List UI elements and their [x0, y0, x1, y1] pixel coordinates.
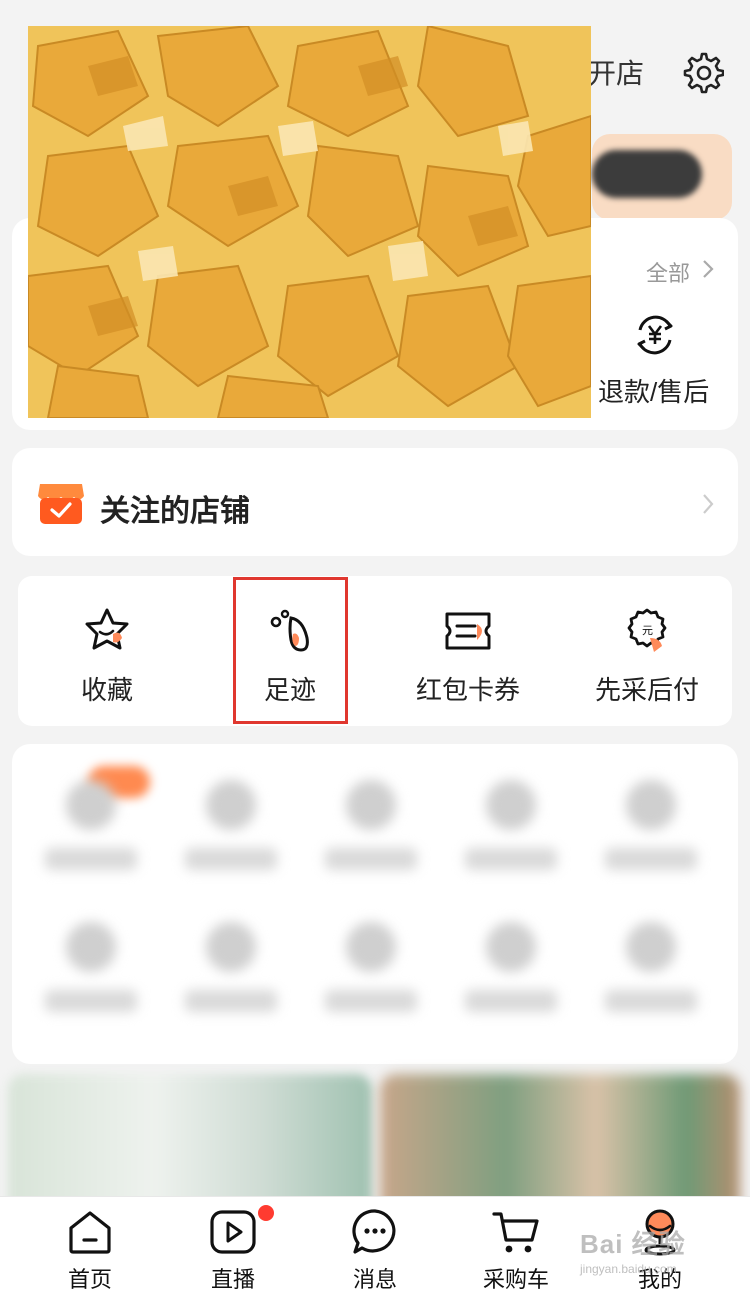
cart-icon — [492, 1212, 539, 1253]
home-icon — [69, 1211, 111, 1254]
tool-label: 先采后付 — [594, 675, 699, 705]
pay-later-button[interactable]: 元 先采后付 — [562, 604, 732, 714]
footprint-highlight-box — [233, 577, 348, 724]
chevron-right-icon[interactable] — [700, 258, 716, 280]
service-item-blurred[interactable] — [176, 922, 286, 1012]
petal-photo — [28, 26, 591, 418]
watermark-logo: Bai 经验 — [580, 1229, 686, 1259]
member-badge-blurred — [592, 150, 702, 198]
tab-label: 直播 — [210, 1267, 255, 1292]
service-item-blurred[interactable] — [316, 780, 426, 870]
service-item-blurred[interactable] — [456, 780, 566, 870]
tab-cart[interactable]: 采购车 — [466, 1206, 566, 1294]
tab-label: 消息 — [352, 1267, 397, 1292]
coupons-button[interactable]: 红包卡券 — [383, 604, 553, 714]
chevron-right-icon[interactable] — [700, 492, 716, 516]
service-item-blurred[interactable] — [36, 922, 146, 1012]
yuan-refund-icon[interactable] — [632, 312, 678, 358]
coupon-icon — [445, 612, 491, 650]
open-shop-link[interactable]: 开店 — [588, 52, 644, 92]
tool-label: 红包卡券 — [415, 675, 520, 705]
watermark-url: jingyan.baidu.com — [580, 1262, 677, 1276]
service-item-blurred[interactable] — [176, 780, 286, 870]
tab-messages[interactable]: 消息 — [325, 1206, 425, 1294]
tab-label: 采购车 — [482, 1267, 549, 1292]
shop-icon — [36, 480, 86, 526]
service-item-blurred[interactable] — [456, 922, 566, 1012]
refund-aftersale-button[interactable]: 退款/售后 — [598, 372, 709, 409]
followed-shops-label: 关注的店铺 — [100, 495, 250, 528]
service-item-blurred[interactable] — [316, 922, 426, 1012]
feed-card-blurred[interactable] — [8, 1074, 372, 1214]
feed-card-blurred[interactable] — [380, 1074, 740, 1214]
tab-home[interactable]: 首页 — [40, 1206, 140, 1294]
service-item-blurred[interactable] — [36, 780, 146, 870]
all-orders-link[interactable]: 全部 — [646, 256, 690, 288]
service-item-blurred[interactable] — [596, 922, 706, 1012]
message-icon — [352, 1209, 396, 1254]
tool-label: 收藏 — [80, 675, 133, 705]
favorites-button[interactable]: 收藏 — [22, 604, 192, 714]
pay-later-icon: 元 — [627, 608, 667, 652]
service-item-blurred[interactable] — [596, 780, 706, 870]
gear-icon[interactable] — [680, 50, 725, 94]
tab-label: 首页 — [67, 1267, 112, 1292]
svg-text:元: 元 — [642, 624, 653, 637]
live-notification-dot — [258, 1205, 274, 1221]
star-icon — [85, 608, 129, 650]
live-icon — [210, 1210, 256, 1254]
